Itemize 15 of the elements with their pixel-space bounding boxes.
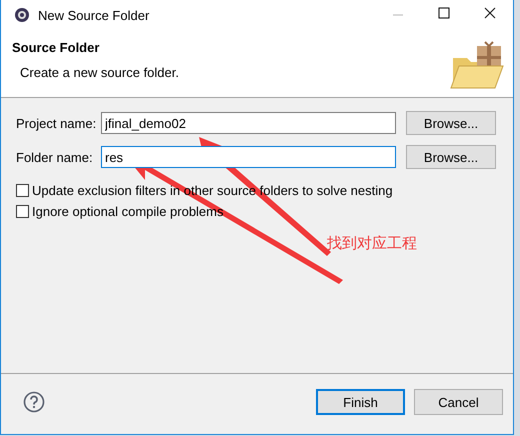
help-icon[interactable] [23,391,45,413]
dialog-button[interactable]: Cancel [414,389,503,415]
checkbox[interactable] [16,184,29,196]
browse-button[interactable]: Browse... [406,145,496,169]
page-title: Source Folder [12,40,100,55]
field-label: Project name: [16,116,98,130]
dialog-button[interactable]: Finish [316,389,405,415]
input-field[interactable]: jfinal_demo02 [101,112,396,134]
field-label: Folder name: [16,150,94,164]
page-description: Create a new source folder. [20,65,179,80]
annotation-label: 找到对应工程 [327,234,417,253]
window-title: New Source Folder [38,8,150,22]
checkbox[interactable] [16,204,29,218]
input-field[interactable]: res [101,146,396,168]
browse-button[interactable]: Browse... [406,111,496,135]
